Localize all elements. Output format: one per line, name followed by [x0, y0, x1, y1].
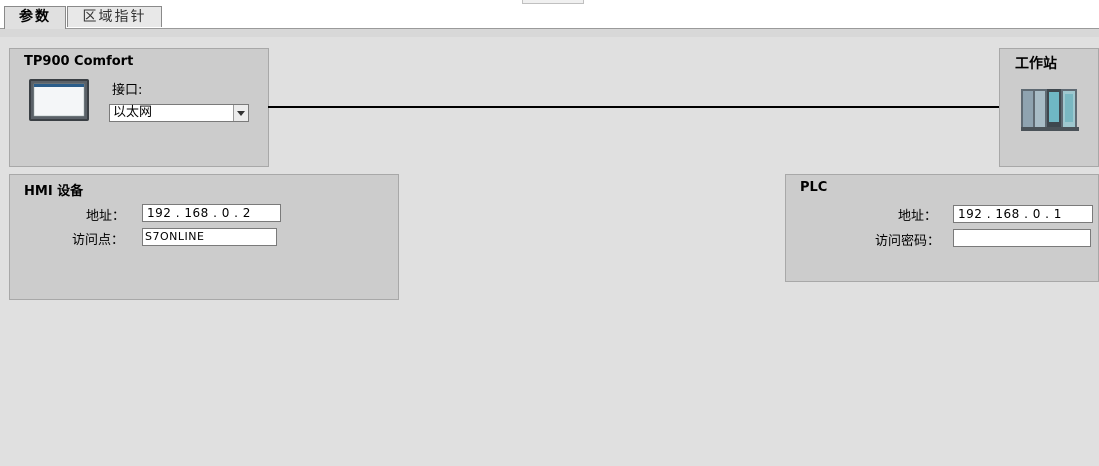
header-strip [0, 29, 1099, 37]
interface-select-value: 以太网 [113, 105, 153, 120]
plc-station-icon [1021, 87, 1079, 135]
plc-settings-panel: PLC 地址： 192 . 168 . 0 . 1 访问密码： [785, 174, 1099, 282]
plc-password-field[interactable] [953, 229, 1091, 247]
interface-select[interactable]: 以太网 [109, 104, 249, 122]
hmi-access-point-label: 访问点： [72, 233, 125, 248]
splitter-handle[interactable] [522, 0, 584, 4]
hmi-settings-title: HMI 设备 [24, 184, 84, 199]
tab-parameters[interactable]: 参数 [4, 6, 66, 29]
tab-area-pointer[interactable]: 区域指针 [67, 6, 162, 27]
hmi-device-panel: TP900 Comfort 接口: 以太网 [9, 48, 269, 167]
plc-address-label: 地址： [898, 209, 938, 224]
chevron-down-icon[interactable] [233, 105, 248, 121]
interface-label: 接口: [112, 83, 143, 98]
workstation-title: 工作站 [1015, 56, 1057, 72]
plc-address-field[interactable]: 192 . 168 . 0 . 1 [953, 205, 1093, 223]
network-connection-line [268, 106, 1000, 108]
hmi-access-point-field[interactable]: S7ONLINE [142, 228, 277, 246]
hmi-panel-icon [29, 79, 89, 125]
hmi-settings-panel: HMI 设备 地址： 192 . 168 . 0 . 2 访问点： S7ONLI… [9, 174, 399, 300]
hmi-address-label: 地址： [86, 209, 126, 224]
tab-bar: 参数 区域指针 [0, 0, 1099, 29]
workstation-panel: 工作站 [999, 48, 1099, 167]
hmi-device-title: TP900 Comfort [24, 54, 134, 69]
plc-password-label: 访问密码： [875, 234, 941, 249]
plc-settings-title: PLC [800, 180, 828, 195]
hmi-address-field[interactable]: 192 . 168 . 0 . 2 [142, 204, 281, 222]
